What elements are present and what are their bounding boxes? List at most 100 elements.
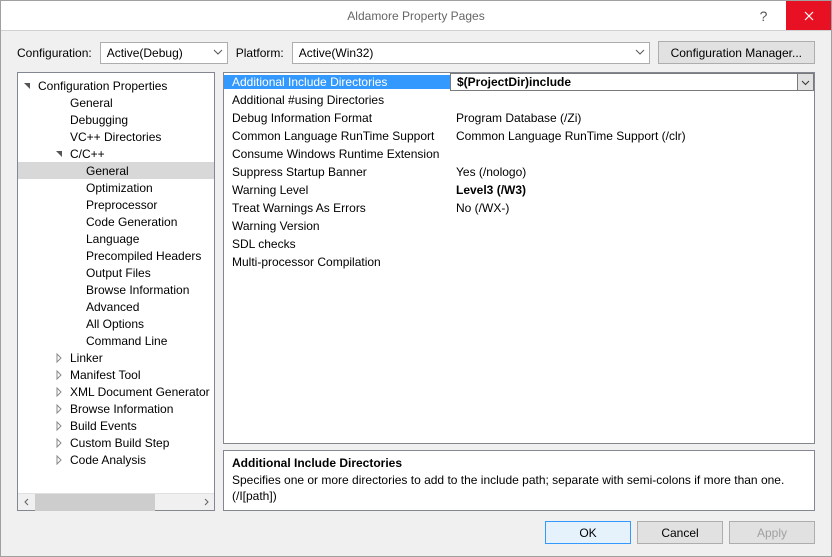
property-value[interactable]: No (/WX-) — [450, 201, 814, 215]
expand-icon[interactable] — [54, 353, 70, 363]
property-name: Suppress Startup Banner — [224, 165, 450, 179]
property-value[interactable]: $(ProjectDir)include — [450, 73, 797, 91]
scroll-right-button[interactable] — [197, 494, 214, 511]
property-value[interactable]: Yes (/nologo) — [450, 165, 814, 179]
tree-item[interactable]: Preprocessor — [18, 196, 214, 213]
tree-item[interactable]: XML Document Generator — [18, 383, 214, 400]
chevron-down-icon — [213, 47, 223, 57]
right-panel: Additional Include Directories$(ProjectD… — [223, 72, 815, 511]
tree[interactable]: Configuration PropertiesGeneralDebugging… — [18, 73, 214, 493]
close-icon — [804, 11, 814, 21]
property-row[interactable]: Warning LevelLevel3 (/W3) — [224, 181, 814, 199]
tree-item[interactable]: VC++ Directories — [18, 128, 214, 145]
expand-icon[interactable] — [54, 370, 70, 380]
property-row[interactable]: Warning Version — [224, 217, 814, 235]
config-row: Configuration: Active(Debug) Platform: A… — [1, 31, 831, 72]
expand-icon[interactable] — [54, 455, 70, 465]
property-row[interactable]: Debug Information FormatProgram Database… — [224, 109, 814, 127]
close-button[interactable] — [786, 1, 831, 30]
property-row[interactable]: Suppress Startup BannerYes (/nologo) — [224, 163, 814, 181]
tree-item-label: Code Analysis — [70, 453, 146, 467]
apply-button[interactable]: Apply — [729, 521, 815, 544]
tree-item-label: Output Files — [86, 266, 151, 280]
property-row[interactable]: Additional Include Directories$(ProjectD… — [224, 73, 814, 91]
property-row[interactable]: Additional #using Directories — [224, 91, 814, 109]
configuration-label: Configuration: — [17, 46, 92, 60]
footer: OK Cancel Apply — [1, 519, 831, 556]
tree-item[interactable]: Manifest Tool — [18, 366, 214, 383]
tree-item-root[interactable]: Configuration Properties — [18, 77, 214, 94]
property-grid[interactable]: Additional Include Directories$(ProjectD… — [223, 72, 815, 444]
property-value[interactable]: Level3 (/W3) — [450, 183, 814, 197]
tree-item[interactable]: Linker — [18, 349, 214, 366]
property-row[interactable]: Common Language RunTime SupportCommon La… — [224, 127, 814, 145]
platform-combo[interactable]: Active(Win32) — [292, 42, 650, 64]
property-dropdown-button[interactable] — [797, 73, 814, 91]
tree-item[interactable]: Output Files — [18, 264, 214, 281]
tree-item-label: Linker — [70, 351, 103, 365]
tree-item[interactable]: Build Events — [18, 417, 214, 434]
description-panel: Additional Include Directories Specifies… — [223, 450, 815, 511]
ok-button[interactable]: OK — [545, 521, 631, 544]
tree-item[interactable]: Debugging — [18, 111, 214, 128]
tree-item[interactable]: Browse Information — [18, 281, 214, 298]
tree-item[interactable]: All Options — [18, 315, 214, 332]
property-name: Multi-processor Compilation — [224, 255, 450, 269]
tree-item[interactable]: Custom Build Step — [18, 434, 214, 451]
configuration-value: Active(Debug) — [107, 46, 183, 60]
property-row[interactable]: Multi-processor Compilation — [224, 253, 814, 271]
tree-item[interactable]: Command Line — [18, 332, 214, 349]
property-name: Additional #using Directories — [224, 93, 450, 107]
tree-item[interactable]: Language — [18, 230, 214, 247]
tree-item[interactable]: Code Analysis — [18, 451, 214, 468]
property-row[interactable]: Treat Warnings As ErrorsNo (/WX-) — [224, 199, 814, 217]
tree-item-label: Build Events — [70, 419, 137, 433]
cancel-button[interactable]: Cancel — [637, 521, 723, 544]
platform-label: Platform: — [236, 46, 284, 60]
tree-item[interactable]: Optimization — [18, 179, 214, 196]
chevron-down-icon — [801, 78, 810, 87]
tree-item[interactable]: Browse Information — [18, 400, 214, 417]
property-name: Consume Windows Runtime Extension — [224, 147, 450, 161]
tree-panel: Configuration PropertiesGeneralDebugging… — [17, 72, 215, 511]
tree-item[interactable]: Code Generation — [18, 213, 214, 230]
scroll-left-button[interactable] — [18, 494, 35, 511]
tree-item[interactable]: General — [18, 162, 214, 179]
tree-item-label: Manifest Tool — [70, 368, 140, 382]
tree-item-label: XML Document Generator — [70, 385, 210, 399]
scroll-track[interactable] — [35, 494, 197, 511]
chevron-down-icon — [635, 47, 645, 57]
help-button[interactable]: ? — [741, 1, 786, 30]
property-value[interactable]: Common Language RunTime Support (/clr) — [450, 129, 814, 143]
property-row[interactable]: Consume Windows Runtime Extension — [224, 145, 814, 163]
configuration-manager-button[interactable]: Configuration Manager... — [658, 41, 815, 64]
tree-item-label: Optimization — [86, 181, 153, 195]
description-body: Specifies one or more directories to add… — [232, 472, 806, 504]
property-name: Additional Include Directories — [224, 75, 450, 89]
property-name: Debug Information Format — [224, 111, 450, 125]
tree-item-label: Preprocessor — [86, 198, 157, 212]
tree-item[interactable]: Advanced — [18, 298, 214, 315]
platform-value: Active(Win32) — [299, 46, 374, 60]
property-row[interactable]: SDL checks — [224, 235, 814, 253]
expand-icon[interactable] — [54, 404, 70, 414]
configuration-combo[interactable]: Active(Debug) — [100, 42, 228, 64]
scroll-thumb[interactable] — [35, 494, 155, 511]
tree-item-label: Command Line — [86, 334, 167, 348]
expand-icon[interactable] — [54, 421, 70, 431]
tree-item-label: Language — [86, 232, 139, 246]
collapse-icon[interactable] — [54, 149, 70, 159]
property-value[interactable]: Program Database (/Zi) — [450, 111, 814, 125]
horizontal-scrollbar[interactable] — [18, 493, 214, 510]
tree-item[interactable]: General — [18, 94, 214, 111]
tree-item[interactable]: C/C++ — [18, 145, 214, 162]
expand-icon[interactable] — [54, 438, 70, 448]
property-name: Common Language RunTime Support — [224, 129, 450, 143]
tree-item-label: Advanced — [86, 300, 139, 314]
expand-icon[interactable] — [54, 387, 70, 397]
tree-item-label: C/C++ — [70, 147, 105, 161]
tree-item[interactable]: Precompiled Headers — [18, 247, 214, 264]
tree-item-label: All Options — [86, 317, 144, 331]
tree-item-label: VC++ Directories — [70, 130, 161, 144]
tree-item-label: Custom Build Step — [70, 436, 169, 450]
